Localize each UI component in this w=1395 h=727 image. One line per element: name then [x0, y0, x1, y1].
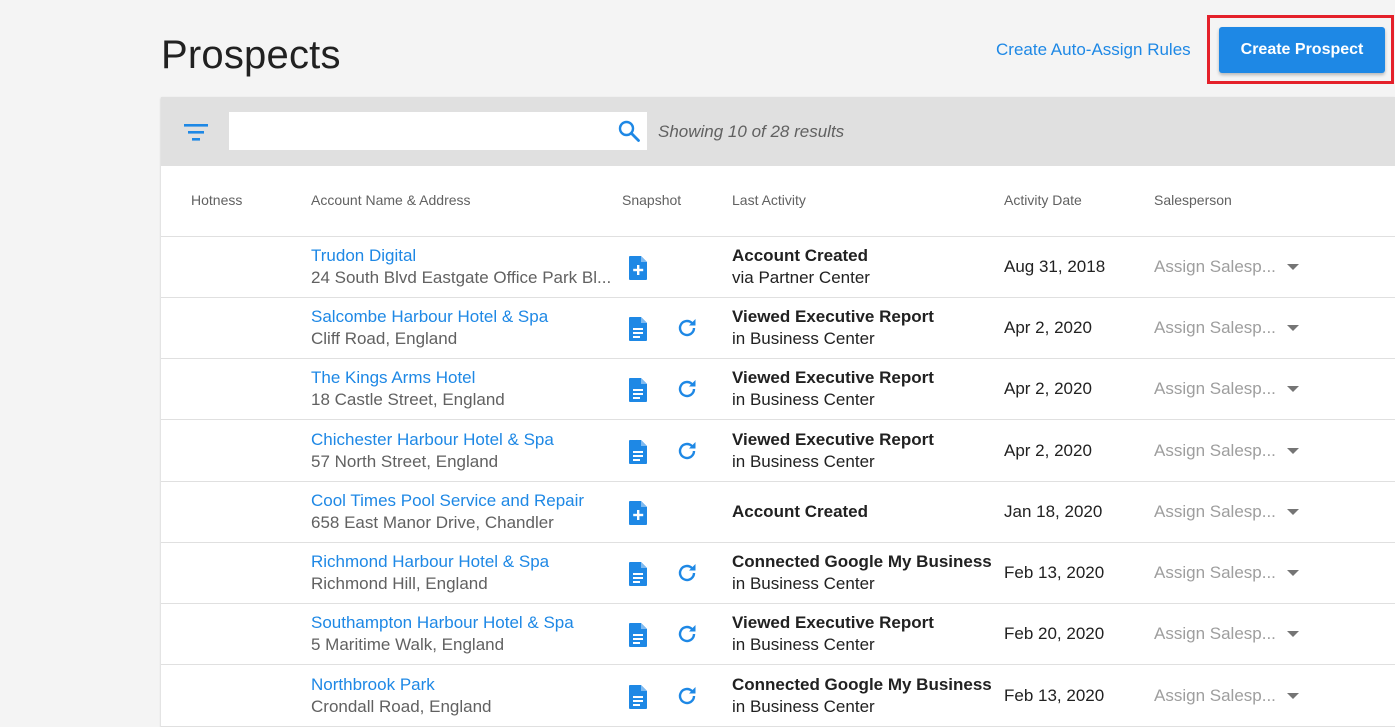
- account-address: 18 Castle Street, England: [311, 390, 505, 409]
- caret-down-icon[interactable]: [1287, 325, 1299, 331]
- column-header-snapshot[interactable]: Snapshot: [622, 192, 681, 208]
- column-header-account[interactable]: Account Name & Address: [311, 192, 471, 208]
- caret-down-icon[interactable]: [1287, 693, 1299, 699]
- activity-source: in Business Center: [732, 390, 875, 409]
- document-icon[interactable]: [627, 561, 649, 587]
- create-auto-assign-rules-link[interactable]: Create Auto-Assign Rules: [996, 40, 1191, 60]
- activity-date: Apr 2, 2020: [1004, 318, 1092, 337]
- account-name-link[interactable]: The Kings Arms Hotel: [311, 368, 475, 388]
- last-activity: Viewed Executive Report: [732, 368, 934, 387]
- refresh-icon[interactable]: [675, 439, 699, 463]
- salesperson-select[interactable]: Assign Salesp...: [1154, 318, 1276, 338]
- page-title: Prospects: [161, 33, 341, 77]
- salesperson-select[interactable]: Assign Salesp...: [1154, 441, 1276, 461]
- search-box: [229, 112, 647, 150]
- account-name-link[interactable]: Trudon Digital: [311, 246, 416, 266]
- last-activity: Viewed Executive Report: [732, 613, 934, 632]
- account-name-link[interactable]: Cool Times Pool Service and Repair: [311, 491, 584, 511]
- account-name-link[interactable]: Southampton Harbour Hotel & Spa: [311, 613, 574, 633]
- table-toolbar: Showing 10 of 28 results: [161, 97, 1395, 166]
- account-name-link[interactable]: Northbrook Park: [311, 675, 435, 695]
- column-header-hotness[interactable]: Hotness: [191, 192, 242, 208]
- last-activity: Account Created: [732, 502, 869, 521]
- filter-icon[interactable]: [183, 121, 209, 143]
- activity-source: in Business Center: [732, 574, 875, 593]
- activity-date: Jan 18, 2020: [1004, 502, 1103, 521]
- prospects-table-card: Showing 10 of 28 results Hotness Account…: [161, 97, 1395, 727]
- activity-source: in Business Center: [732, 329, 875, 348]
- table-row[interactable]: Salcombe Harbour Hotel & Spa Cliff Road, …: [161, 298, 1395, 359]
- activity-date: Apr 2, 2020: [1004, 441, 1092, 460]
- document-plus-icon[interactable]: [627, 500, 649, 526]
- caret-down-icon[interactable]: [1287, 264, 1299, 270]
- caret-down-icon[interactable]: [1287, 386, 1299, 392]
- salesperson-select[interactable]: Assign Salesp...: [1154, 502, 1276, 522]
- table-row[interactable]: Chichester Harbour Hotel & Spa 57 North S…: [161, 421, 1395, 482]
- activity-date: Feb 20, 2020: [1004, 624, 1105, 643]
- document-plus-icon[interactable]: [627, 255, 649, 281]
- account-address: Cliff Road, England: [311, 329, 458, 348]
- salesperson-select[interactable]: Assign Salesp...: [1154, 624, 1276, 644]
- account-name-link[interactable]: Salcombe Harbour Hotel & Spa: [311, 307, 548, 327]
- caret-down-icon[interactable]: [1287, 570, 1299, 576]
- refresh-icon[interactable]: [675, 316, 699, 340]
- activity-source: in Business Center: [732, 697, 875, 716]
- refresh-icon[interactable]: [675, 377, 699, 401]
- table-row[interactable]: Southampton Harbour Hotel & Spa 5 Maritim…: [161, 604, 1395, 665]
- caret-down-icon[interactable]: [1287, 448, 1299, 454]
- refresh-icon[interactable]: [675, 561, 699, 585]
- salesperson-select[interactable]: Assign Salesp...: [1154, 379, 1276, 399]
- results-count: Showing 10 of 28 results: [658, 122, 845, 141]
- table-row[interactable]: Trudon Digital 24 South Blvd Eastgate Off…: [161, 237, 1395, 298]
- document-icon[interactable]: [627, 316, 649, 342]
- account-name-link[interactable]: Richmond Harbour Hotel & Spa: [311, 552, 549, 572]
- last-activity: Account Created: [732, 246, 869, 265]
- last-activity: Connected Google My Business: [732, 552, 992, 571]
- column-header-last-activity[interactable]: Last Activity: [732, 192, 806, 208]
- activity-source: in Business Center: [732, 635, 875, 654]
- account-address: 5 Maritime Walk, England: [311, 635, 505, 654]
- table-header: Hotness Account Name & Address Snapshot …: [161, 166, 1395, 237]
- caret-down-icon[interactable]: [1287, 631, 1299, 637]
- search-icon[interactable]: [617, 119, 641, 143]
- search-input[interactable]: [229, 112, 599, 150]
- salesperson-select[interactable]: Assign Salesp...: [1154, 686, 1276, 706]
- account-address: 57 North Street, England: [311, 452, 499, 471]
- table-row[interactable]: Richmond Harbour Hotel & Spa Richmond Hil…: [161, 543, 1395, 604]
- last-activity: Connected Google My Business: [732, 675, 992, 694]
- document-icon[interactable]: [627, 622, 649, 648]
- prospects-page: Prospects Create Auto-Assign Rules Creat…: [0, 0, 1395, 727]
- account-address: 658 East Manor Drive, Chandler: [311, 513, 554, 532]
- account-name-link[interactable]: Chichester Harbour Hotel & Spa: [311, 430, 554, 450]
- document-icon[interactable]: [627, 439, 649, 465]
- refresh-icon[interactable]: [675, 622, 699, 646]
- last-activity: Viewed Executive Report: [732, 430, 934, 449]
- account-address: Crondall Road, England: [311, 697, 492, 716]
- activity-source: in Business Center: [732, 452, 875, 471]
- activity-date: Feb 13, 2020: [1004, 563, 1105, 582]
- refresh-icon[interactable]: [675, 684, 699, 708]
- document-icon[interactable]: [627, 377, 649, 403]
- salesperson-select[interactable]: Assign Salesp...: [1154, 563, 1276, 583]
- activity-date: Apr 2, 2020: [1004, 379, 1092, 398]
- column-header-salesperson[interactable]: Salesperson: [1154, 192, 1232, 208]
- table-row[interactable]: The Kings Arms Hotel 18 Castle Street, En…: [161, 359, 1395, 420]
- activity-date: Feb 13, 2020: [1004, 686, 1105, 705]
- activity-date: Aug 31, 2018: [1004, 257, 1106, 276]
- create-prospect-button[interactable]: Create Prospect: [1219, 27, 1385, 73]
- table-row[interactable]: Northbrook Park Crondall Road, England Con…: [161, 666, 1395, 727]
- activity-source: via Partner Center: [732, 268, 870, 287]
- document-icon[interactable]: [627, 684, 649, 710]
- account-address: Richmond Hill, England: [311, 574, 488, 593]
- column-header-activity-date[interactable]: Activity Date: [1004, 192, 1082, 208]
- salesperson-select[interactable]: Assign Salesp...: [1154, 257, 1276, 277]
- account-address: 24 South Blvd Eastgate Office Park Bl...: [311, 268, 612, 287]
- table-row[interactable]: Cool Times Pool Service and Repair 658 Ea…: [161, 482, 1395, 543]
- last-activity: Viewed Executive Report: [732, 307, 934, 326]
- caret-down-icon[interactable]: [1287, 509, 1299, 515]
